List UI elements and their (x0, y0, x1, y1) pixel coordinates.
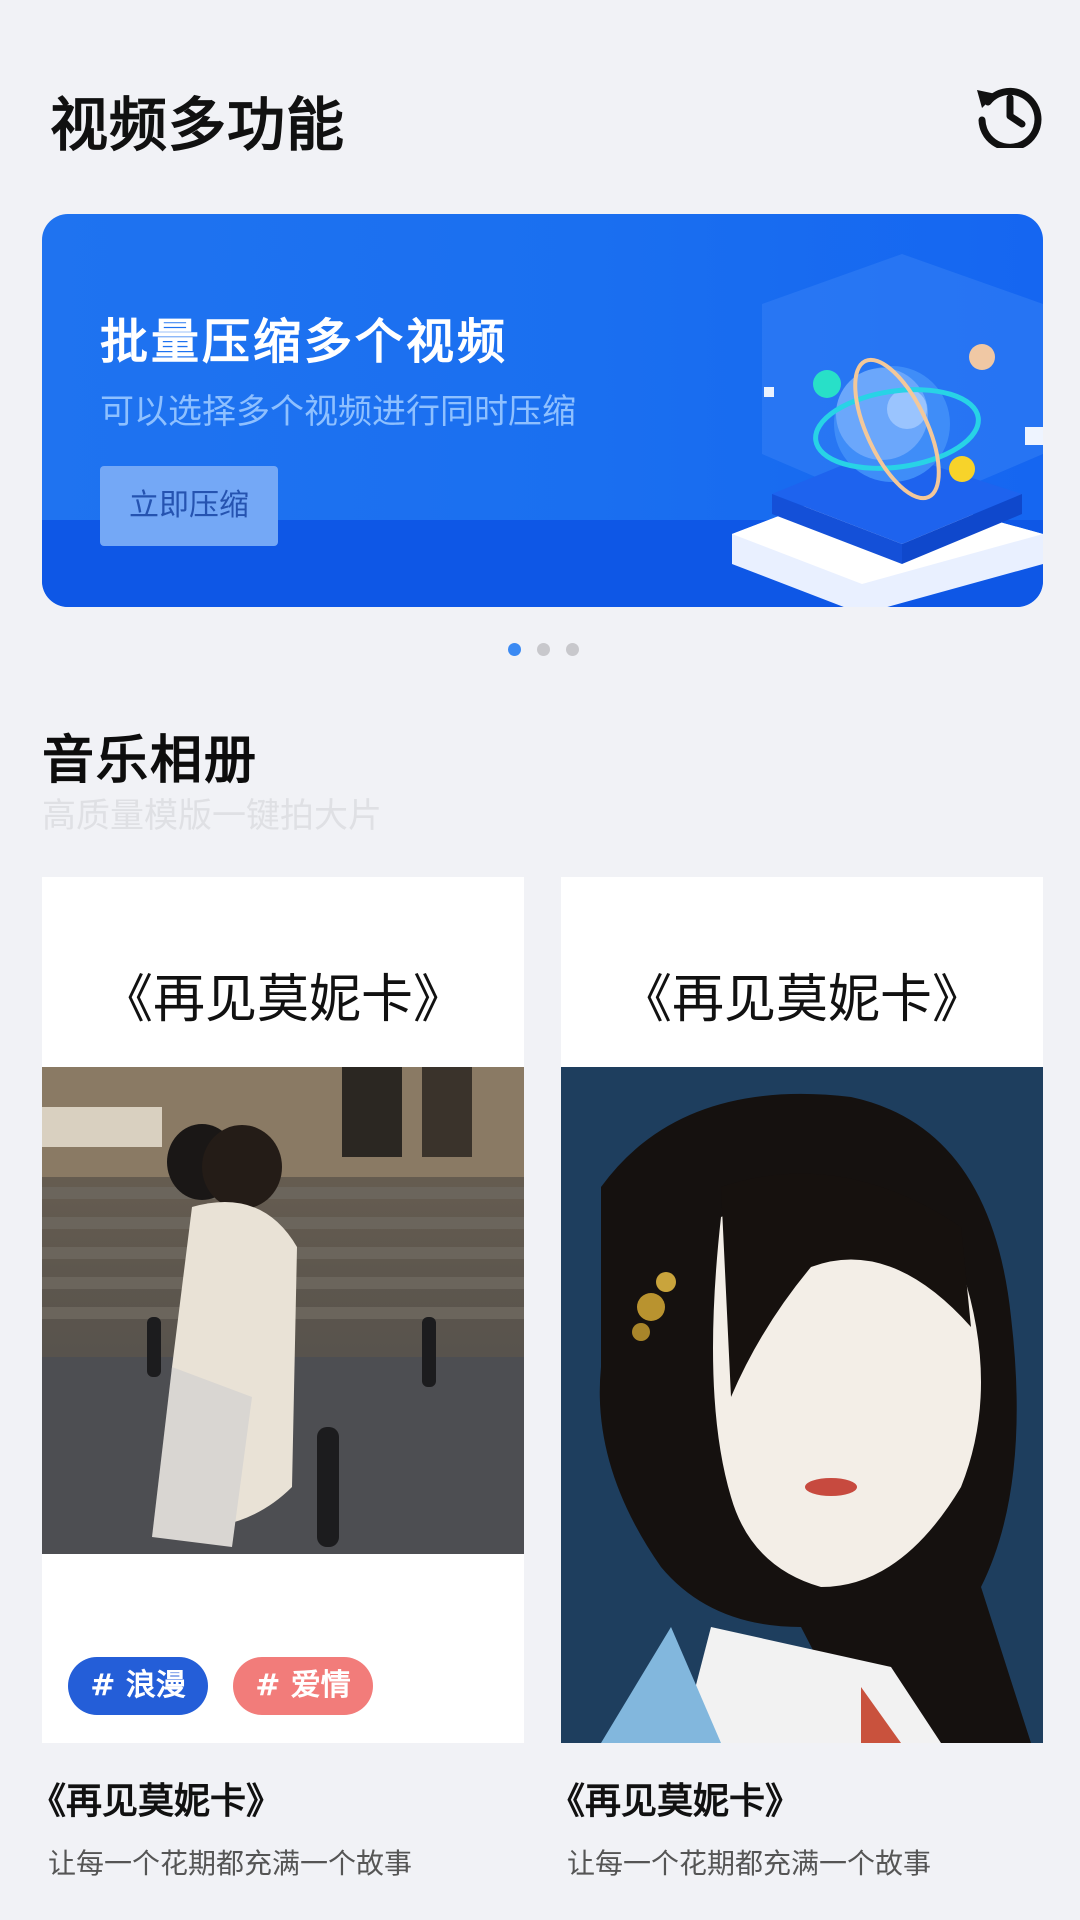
tag-love[interactable]: # 爱情 (233, 1657, 373, 1715)
page-title: 视频多功能 (50, 91, 346, 159)
album-card[interactable]: 《再见莫妮卡》 # 浪漫 # 爱情 (42, 877, 524, 1743)
album-card[interactable]: 《再见莫妮卡》 (561, 877, 1043, 1743)
card-caption[interactable]: 《再见莫妮卡》 (30, 1772, 282, 1824)
compress-now-button[interactable]: 立即压缩 (100, 466, 278, 546)
section-subtitle: 高质量模版一键拍大片 (42, 796, 382, 836)
card-description: 让每一个花期都充满一个故事 (567, 1847, 932, 1880)
history-clock-icon (977, 87, 1042, 151)
section-title: 音乐相册 (42, 731, 259, 791)
card-caption[interactable]: 《再见莫妮卡》 (549, 1772, 801, 1824)
pager-dot[interactable] (537, 643, 550, 656)
pager-dot-active[interactable] (508, 643, 521, 656)
planet-illustration (732, 254, 1043, 607)
promo-banner[interactable]: 批量压缩多个视频 可以选择多个视频进行同时压缩 立即压缩 (42, 214, 1043, 607)
banner-title: 批量压缩多个视频 (100, 314, 509, 370)
portrait-photo (561, 1067, 1043, 1743)
banner-pager (508, 643, 579, 656)
card-heading: 《再见莫妮卡》 (100, 970, 465, 1030)
pager-dot[interactable] (566, 643, 579, 656)
card-description: 让每一个花期都充满一个故事 (48, 1847, 413, 1880)
banner-subtitle: 可以选择多个视频进行同时压缩 (100, 392, 576, 432)
history-button[interactable] (974, 80, 1042, 151)
couple-photo (42, 1067, 524, 1554)
card-heading: 《再见莫妮卡》 (619, 970, 984, 1030)
tag-romance[interactable]: # 浪漫 (68, 1657, 208, 1715)
